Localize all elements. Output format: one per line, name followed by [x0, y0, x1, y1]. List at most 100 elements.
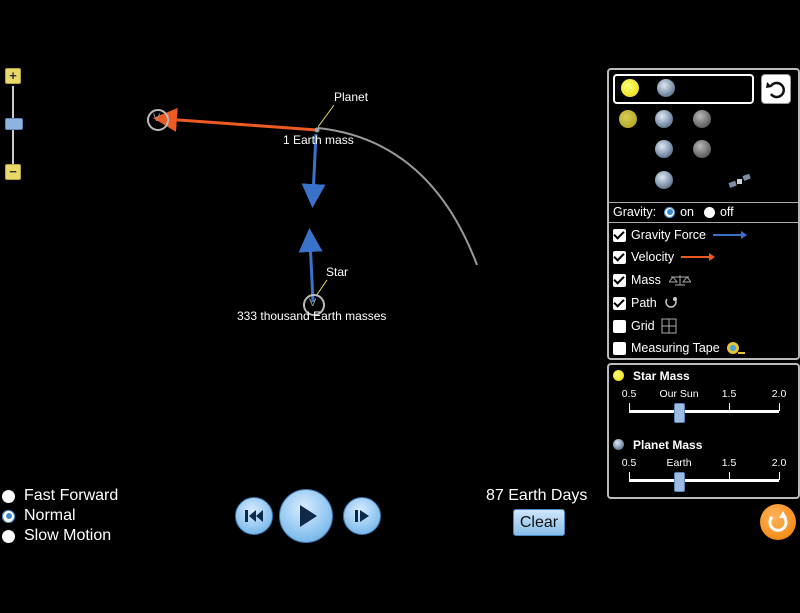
path-checkbox[interactable] [613, 296, 626, 310]
step-forward-button[interactable] [343, 497, 381, 535]
star-label-line [315, 279, 328, 297]
speed-selector: Fast Forward Normal Slow Motion [2, 486, 118, 546]
reset-all-button[interactable] [760, 504, 796, 540]
path-icon [664, 297, 677, 308]
velocity-checkbox[interactable] [613, 250, 626, 264]
planet-mass-tick [629, 472, 630, 480]
velocity-label: Velocity [631, 250, 675, 264]
selected-bodies-box[interactable] [613, 74, 754, 104]
star-mass-label: 333 thousand Earth masses [237, 309, 387, 323]
speed-option-normal[interactable]: Normal [2, 506, 118, 526]
time-readout: 87 Earth Days [486, 487, 588, 504]
star-mass-tick [779, 403, 780, 411]
play-button[interactable] [279, 489, 333, 543]
speed-option-fast-forward[interactable]: Fast Forward [2, 486, 118, 506]
planet-mass-tick [729, 472, 730, 480]
star-gravity-arrow [298, 228, 323, 303]
gravity-force-checkbox[interactable] [613, 228, 626, 242]
measuring-tape-checkbox[interactable] [613, 341, 626, 355]
planet-mass-tick-label: 2.0 [771, 457, 787, 469]
planet-mass-tick-label: Earth [666, 457, 692, 469]
measuring-tape-checkbox-row[interactable]: Measuring Tape [613, 341, 746, 355]
path-checkbox-row[interactable]: Path [613, 296, 679, 310]
grid-icon [661, 318, 677, 334]
mass-checkbox[interactable] [613, 273, 626, 287]
gravity-off-label[interactable]: off [720, 205, 734, 219]
planet-label: Planet [334, 90, 369, 104]
star-mass-slider-thumb[interactable] [674, 403, 685, 423]
panel-divider [609, 202, 798, 203]
speed-radio[interactable] [2, 489, 15, 503]
planet-option-icon-3[interactable] [655, 171, 673, 189]
star-mass-tick-label: 1.5 [721, 388, 737, 400]
gravity-label: Gravity: [613, 205, 657, 219]
planet-mass-label: 1 Earth mass [283, 133, 354, 147]
gravity-force-label: Gravity Force [631, 228, 707, 242]
grid-label: Grid [631, 319, 655, 333]
planet-body-icon [657, 79, 675, 97]
measuring-tape-icon [726, 342, 745, 354]
gravity-force-checkbox-row[interactable]: Gravity Force [613, 228, 748, 242]
star-option-icon[interactable] [619, 110, 637, 128]
zoom-out-button[interactable]: − [5, 164, 21, 180]
gravity-on-label[interactable]: on [680, 205, 694, 219]
star-mass-tick-label: Our Sun [659, 388, 699, 400]
speed-option-slow-motion[interactable]: Slow Motion [2, 526, 118, 546]
grid-checkbox-row[interactable]: Grid [613, 318, 677, 334]
gravity-on-radio[interactable] [664, 206, 676, 218]
star-body-icon [621, 79, 639, 97]
star-mass-tick-label: 0.5 [621, 388, 637, 400]
mass-panel: Star Mass 0.5 Our Sun 1.5 2.0 Planet Mas… [607, 363, 800, 499]
star-mass-tick [729, 403, 730, 411]
rewind-icon [245, 510, 263, 522]
planet-mass-slider-thumb[interactable] [674, 472, 685, 492]
star-mass-tick-label: 2.0 [771, 388, 787, 400]
moon-option-icon-1[interactable] [693, 110, 711, 128]
gravity-row: Gravity: on off [613, 205, 734, 219]
star-mass-icon [613, 370, 624, 381]
mass-label: Mass [631, 273, 661, 287]
speed-option-label[interactable]: Fast Forward [24, 487, 118, 505]
measuring-tape-label: Measuring Tape [631, 341, 720, 355]
planet-body[interactable] [314, 127, 320, 133]
star-mass-title: Star Mass [633, 369, 690, 383]
gravity-force-legend-arrow [713, 231, 748, 239]
speed-radio[interactable] [2, 509, 15, 523]
zoom-in-button[interactable]: + [5, 68, 21, 84]
satellite-icon[interactable] [727, 173, 751, 191]
panel-divider [609, 222, 798, 223]
undo-icon [766, 81, 785, 99]
step-forward-icon [355, 510, 369, 522]
clear-button[interactable]: Clear [513, 509, 565, 536]
speed-radio[interactable] [2, 529, 15, 543]
velocity-marker-v: V [153, 112, 161, 124]
gravity-off-radio[interactable] [703, 206, 715, 218]
mass-checkbox-row[interactable]: Mass [613, 273, 691, 287]
planet-velocity-arrow[interactable] [153, 107, 318, 132]
velocity-checkbox-row[interactable]: Velocity [613, 250, 716, 264]
speed-option-label[interactable]: Normal [24, 507, 76, 525]
play-icon [300, 505, 317, 527]
speed-option-label[interactable]: Slow Motion [24, 527, 111, 545]
reset-bodies-button[interactable] [761, 74, 791, 104]
scale-icon [668, 275, 691, 286]
planet-mass-track[interactable] [629, 479, 779, 482]
moon-option-icon-2[interactable] [693, 140, 711, 158]
planet-path [317, 127, 478, 266]
star-velocity-marker-v: V [309, 297, 317, 309]
star-mass-tick [629, 403, 630, 411]
grid-checkbox[interactable] [613, 319, 626, 333]
zoom-slider-thumb[interactable] [5, 118, 23, 130]
star-mass-track[interactable] [629, 410, 779, 413]
planet-label-line [317, 104, 335, 128]
planet-mass-icon [613, 439, 624, 450]
planet-option-icon-1[interactable] [655, 110, 673, 128]
zoom-control: + − [4, 68, 23, 180]
star-label: Star [326, 265, 349, 279]
rewind-button[interactable] [235, 497, 273, 535]
planet-mass-tick-label: 0.5 [621, 457, 637, 469]
planet-option-icon-2[interactable] [655, 140, 673, 158]
planet-mass-tick [779, 472, 780, 480]
control-panel: Gravity: on off Gravity Force Velocity M… [607, 68, 800, 360]
planet-mass-tick-label: 1.5 [721, 457, 737, 469]
